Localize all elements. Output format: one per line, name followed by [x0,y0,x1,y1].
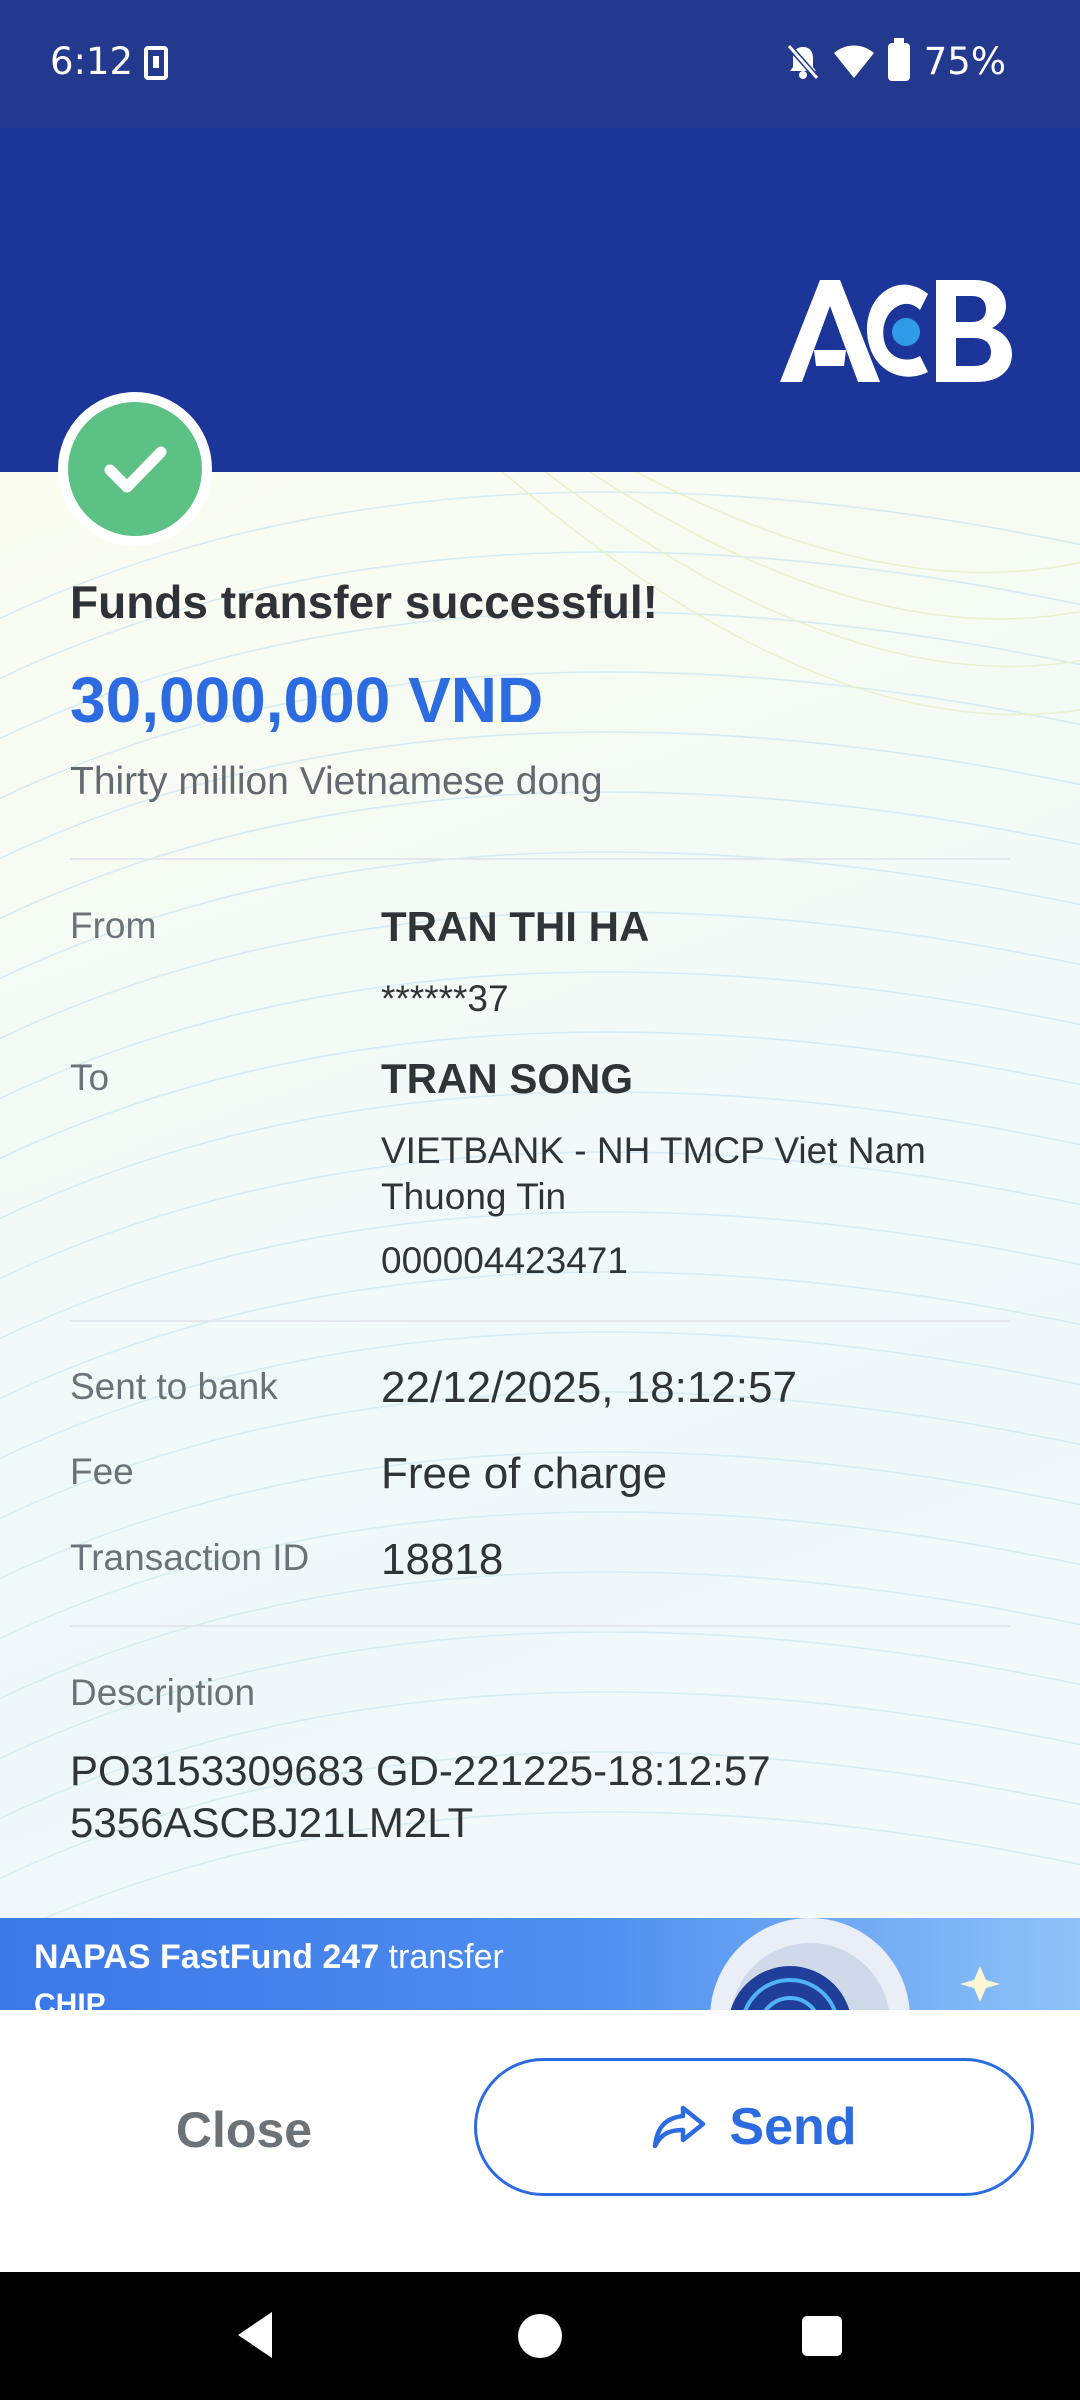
download-icon [144,46,168,80]
description-label: Description [70,1672,256,1713]
divider [70,1625,1010,1627]
status-icons: 75% [786,37,1006,83]
share-icon [653,2105,706,2149]
sent-to-bank-label: Sent to bank [70,1366,278,1407]
sent-to-bank-value: 22/12/2025, 18:12:57 [381,1363,797,1412]
success-title: Funds transfer successful! [70,576,658,628]
system-nav-bar [0,2272,1080,2400]
send-button[interactable]: Send [474,2058,1034,2196]
banner-text: NAPAS FastFund 247 transfer [34,1938,504,1976]
send-label: Send [729,2098,857,2156]
fee-value: Free of charge [381,1449,668,1498]
to-name: TRAN SONG [381,1055,633,1102]
transfer-amount: 30,000,000 VND [70,664,544,736]
wifi-icon [833,45,874,78]
to-bank: VIETBANK - NH TMCP Viet Nam Thuong Tin [381,1130,926,1217]
banner-subtext: CHIP [34,1988,106,2010]
success-badge [58,392,212,546]
close-button[interactable]: Close [96,2062,392,2198]
amount-in-words: Thirty million Vietnamese dong [70,760,603,803]
home-icon[interactable] [518,2314,562,2358]
to-account: 000004423471 [381,1240,628,1281]
recents-icon[interactable] [802,2316,842,2356]
to-label: To [70,1057,110,1098]
fee-label: Fee [70,1451,134,1492]
description-value: PO3153309683 GD-221225-18:12:57 5356ASCB… [70,1747,771,1846]
transaction-id-label: Transaction ID [70,1537,310,1578]
transaction-id-value: 18818 [381,1535,504,1584]
battery-percent: 75% [923,40,1006,83]
check-icon [104,446,167,493]
action-bar: Close Send [0,2010,1080,2272]
divider [70,1320,1010,1322]
from-account: ******37 [381,978,509,1019]
acb-logo [780,280,1012,382]
battery-icon [887,37,910,81]
status-bar: 6:12 75% [0,0,1080,128]
divider [70,858,1010,860]
from-name: TRAN THI HA [381,903,650,950]
banner-illustration [710,1918,1000,2010]
back-icon[interactable] [236,2310,276,2360]
from-label: From [70,905,157,946]
bell-off-icon [786,43,820,80]
promo-banner[interactable]: NAPAS FastFund 247 transfer CHIP [0,1918,1080,2010]
status-time: 6:12 [50,40,134,83]
